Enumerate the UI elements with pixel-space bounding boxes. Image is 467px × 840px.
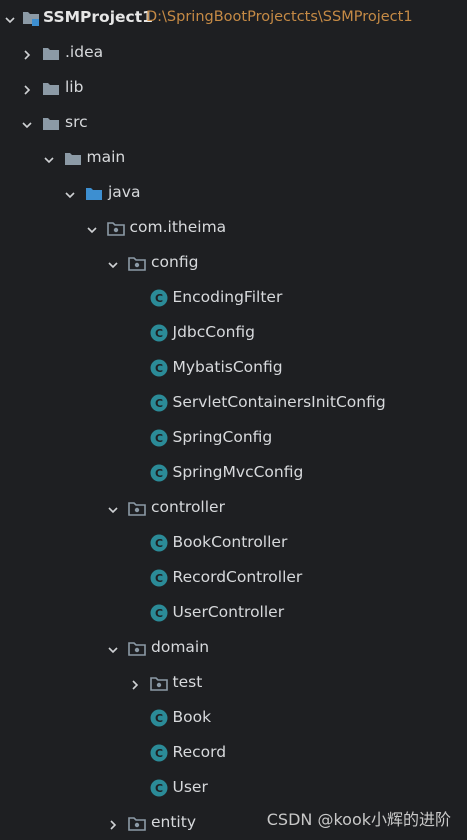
class-icon: C bbox=[149, 428, 169, 448]
package-icon bbox=[127, 498, 147, 518]
class-icon: C bbox=[149, 288, 169, 308]
chevron-down-icon[interactable] bbox=[107, 641, 119, 653]
tree-item-label: domain bbox=[151, 636, 209, 658]
chevron-down-icon[interactable] bbox=[86, 221, 98, 233]
chevron-down-icon[interactable] bbox=[4, 11, 16, 23]
chevron-down-icon[interactable] bbox=[43, 151, 55, 163]
tree-item-label: test bbox=[173, 671, 203, 693]
class-icon: C bbox=[149, 743, 169, 763]
class-icon: C bbox=[149, 323, 169, 343]
source-folder-icon bbox=[84, 183, 104, 203]
folder-icon bbox=[41, 78, 61, 98]
class-icon: C bbox=[149, 603, 169, 623]
tree-item-label: config bbox=[151, 251, 198, 273]
tree-item-label: controller bbox=[151, 496, 225, 518]
tree-item-label: EncodingFilter bbox=[173, 286, 283, 308]
chevron-right-icon[interactable] bbox=[21, 81, 33, 93]
module-folder-icon bbox=[21, 8, 41, 28]
tree-item-label: entity bbox=[151, 811, 196, 833]
svg-text:C: C bbox=[154, 362, 162, 375]
tree-item-label: main bbox=[87, 146, 126, 168]
tree-item-class[interactable]: C BookController bbox=[0, 525, 467, 560]
svg-text:C: C bbox=[154, 782, 162, 795]
folder-icon bbox=[63, 148, 83, 168]
svg-text:C: C bbox=[154, 712, 162, 725]
class-icon: C bbox=[149, 778, 169, 798]
tree-item-class[interactable]: C UserController bbox=[0, 595, 467, 630]
chevron-down-icon[interactable] bbox=[64, 186, 76, 198]
tree-item-class[interactable]: C JdbcConfig bbox=[0, 315, 467, 350]
tree-item-label: ServletContainersInitConfig bbox=[173, 391, 386, 413]
tree-item-folder[interactable]: src bbox=[0, 105, 467, 140]
chevron-down-icon[interactable] bbox=[107, 256, 119, 268]
tree-item-folder[interactable]: controller bbox=[0, 490, 467, 525]
folder-icon bbox=[41, 113, 61, 133]
tree-item-label: BookController bbox=[173, 531, 288, 553]
tree-item-class[interactable]: C SpringConfig bbox=[0, 420, 467, 455]
tree-item-label: java bbox=[108, 181, 140, 203]
tree-item-label: SpringMvcConfig bbox=[173, 461, 304, 483]
tree-item-label: SpringConfig bbox=[173, 426, 273, 448]
svg-text:C: C bbox=[154, 467, 162, 480]
class-icon: C bbox=[149, 708, 169, 728]
watermark: CSDN @kook小辉的进阶 bbox=[267, 806, 451, 830]
chevron-down-icon[interactable] bbox=[21, 116, 33, 128]
tree-item-folder[interactable]: main bbox=[0, 140, 467, 175]
chevron-right-icon[interactable] bbox=[107, 816, 119, 828]
tree-item-folder[interactable]: config bbox=[0, 245, 467, 280]
tree-item-label: JdbcConfig bbox=[173, 321, 256, 343]
class-icon: C bbox=[149, 393, 169, 413]
package-icon bbox=[127, 813, 147, 833]
tree-item-folder[interactable]: com.itheima bbox=[0, 210, 467, 245]
tree-item-class[interactable]: C ServletContainersInitConfig bbox=[0, 385, 467, 420]
class-icon: C bbox=[149, 533, 169, 553]
project-tree: SSMProject1D:\SpringBootProjectcts\SSMPr… bbox=[0, 0, 467, 838]
module-path: D:\SpringBootProjectcts\SSMProject1 bbox=[146, 6, 413, 28]
tree-item-folder[interactable]: test bbox=[0, 665, 467, 700]
tree-item-label: RecordController bbox=[173, 566, 303, 588]
tree-item-class[interactable]: C RecordController bbox=[0, 560, 467, 595]
svg-text:C: C bbox=[154, 292, 162, 305]
class-icon: C bbox=[149, 358, 169, 378]
tree-item-class[interactable]: C EncodingFilter bbox=[0, 280, 467, 315]
tree-item-label: src bbox=[65, 111, 88, 133]
tree-item-class[interactable]: C Record bbox=[0, 735, 467, 770]
class-icon: C bbox=[149, 463, 169, 483]
svg-text:C: C bbox=[154, 572, 162, 585]
tree-item-class[interactable]: C MybatisConfig bbox=[0, 350, 467, 385]
tree-item-class[interactable]: C User bbox=[0, 770, 467, 805]
folder-icon bbox=[41, 43, 61, 63]
chevron-down-icon[interactable] bbox=[107, 501, 119, 513]
tree-item-label: .idea bbox=[65, 41, 103, 63]
tree-item-folder[interactable]: SSMProject1D:\SpringBootProjectcts\SSMPr… bbox=[0, 0, 467, 35]
tree-item-label: User bbox=[173, 776, 208, 798]
tree-item-label: MybatisConfig bbox=[173, 356, 283, 378]
tree-item-class[interactable]: C SpringMvcConfig bbox=[0, 455, 467, 490]
tree-item-label: SSMProject1 bbox=[43, 6, 153, 28]
package-icon bbox=[149, 673, 169, 693]
tree-item-label: com.itheima bbox=[130, 216, 227, 238]
svg-text:C: C bbox=[154, 537, 162, 550]
chevron-right-icon[interactable] bbox=[21, 46, 33, 58]
class-icon: C bbox=[149, 568, 169, 588]
package-icon bbox=[127, 638, 147, 658]
tree-item-folder[interactable]: .idea bbox=[0, 35, 467, 70]
tree-item-folder[interactable]: domain bbox=[0, 630, 467, 665]
tree-item-folder[interactable]: java bbox=[0, 175, 467, 210]
package-icon bbox=[127, 253, 147, 273]
tree-item-label: lib bbox=[65, 76, 83, 98]
tree-item-label: Record bbox=[173, 741, 227, 763]
svg-text:C: C bbox=[154, 397, 162, 410]
svg-text:C: C bbox=[154, 432, 162, 445]
svg-text:C: C bbox=[154, 607, 162, 620]
tree-item-class[interactable]: C Book bbox=[0, 700, 467, 735]
tree-item-label: UserController bbox=[173, 601, 285, 623]
chevron-right-icon[interactable] bbox=[129, 676, 141, 688]
svg-text:C: C bbox=[154, 747, 162, 760]
tree-item-folder[interactable]: lib bbox=[0, 70, 467, 105]
svg-text:C: C bbox=[154, 327, 162, 340]
tree-item-label: Book bbox=[173, 706, 212, 728]
package-icon bbox=[106, 218, 126, 238]
